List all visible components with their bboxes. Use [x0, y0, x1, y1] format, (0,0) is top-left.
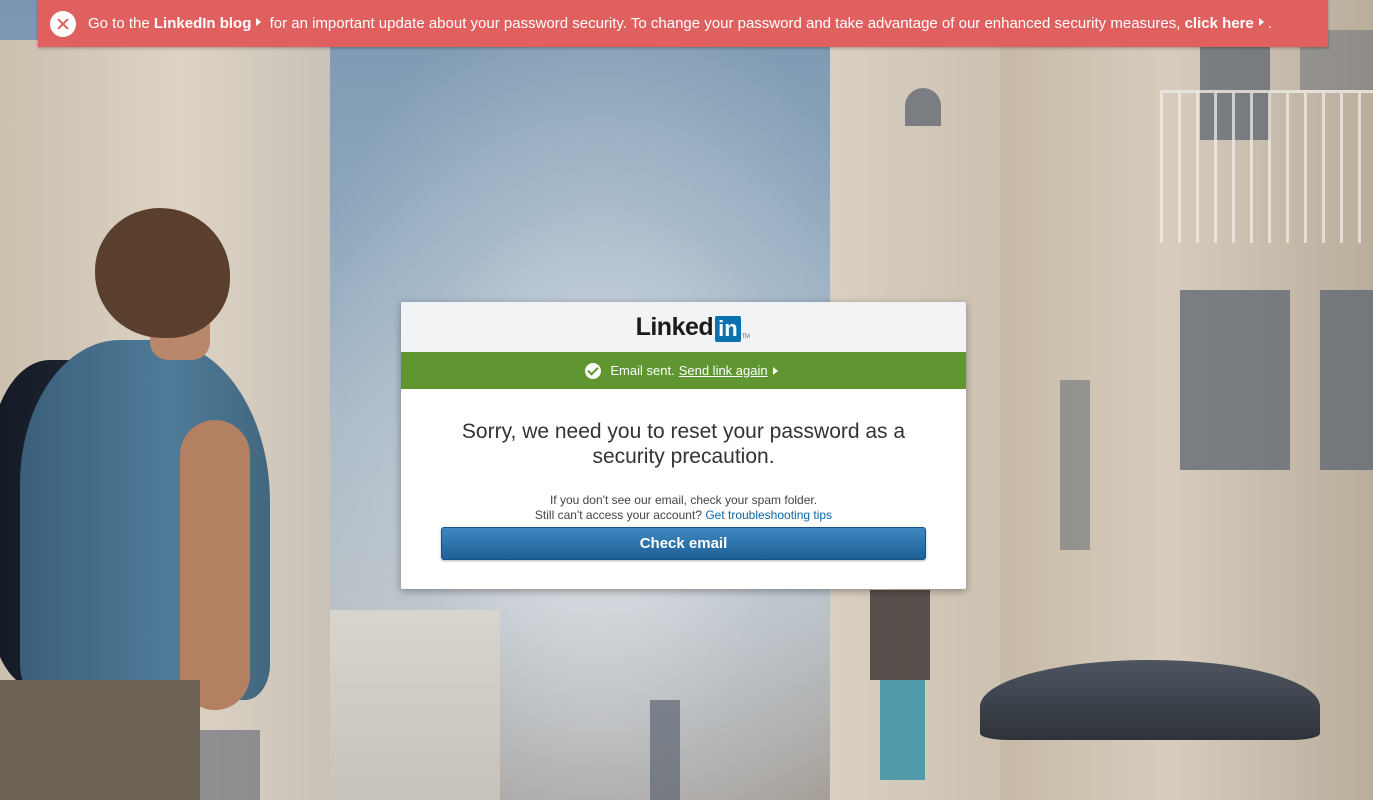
check-circle-icon — [585, 362, 602, 379]
help-note: If you don't see our email, check your s… — [401, 493, 966, 523]
spam-folder-note: If you don't see our email, check your s… — [549, 493, 818, 507]
linkedin-blog-link[interactable]: LinkedIn blog — [154, 15, 266, 32]
background-balcony — [1160, 90, 1373, 243]
logo-in-box: in — [715, 315, 741, 342]
linkedin-logo: Linked in TM — [636, 313, 750, 342]
alert-message: for an important update about your passw… — [269, 15, 1181, 32]
reset-headline: Sorry, we need you to reset your passwor… — [461, 420, 906, 468]
background-person-pants — [0, 680, 200, 800]
close-icon[interactable] — [50, 10, 76, 37]
caret-right-icon — [1258, 18, 1264, 26]
background-salon-sign — [870, 590, 930, 680]
click-here-link-label: click here — [1184, 15, 1254, 32]
reset-password-card: Linked in TM Email sent. Send link again S… — [401, 302, 966, 589]
background-window — [200, 730, 260, 800]
troubleshooting-tips-link[interactable]: Get troubleshooting tips — [705, 508, 832, 522]
alert-prefix: Go to the — [88, 15, 150, 32]
email-sent-bar: Email sent. Send link again — [401, 352, 966, 389]
page: Go to the LinkedIn blog for an important… — [0, 0, 1373, 800]
email-sent-text: Email sent. — [610, 363, 675, 378]
linkedin-blog-link-label: LinkedIn blog — [153, 15, 252, 32]
background-window — [1060, 380, 1090, 550]
logo-trademark: TM — [741, 333, 750, 340]
send-link-again-link[interactable]: Send link again — [679, 363, 768, 378]
access-note: Still can't access your account? Get tro… — [401, 508, 966, 523]
background-window — [905, 88, 941, 126]
access-note-text: Still can't access your account? — [534, 508, 702, 522]
card-body: Sorry, we need you to reset your passwor… — [401, 389, 966, 560]
caret-right-icon — [772, 366, 778, 375]
caret-right-icon — [256, 18, 262, 26]
click-here-link[interactable]: click here — [1185, 15, 1268, 32]
card-header: Linked in TM — [401, 302, 966, 352]
alert-suffix: . — [1267, 15, 1272, 32]
security-alert-banner: Go to the LinkedIn blog for an important… — [38, 0, 1328, 47]
background-window — [1320, 290, 1373, 470]
background-building-left-lower — [330, 610, 500, 800]
background-person-arm — [180, 420, 250, 710]
background-window — [1180, 290, 1290, 470]
logo-wordmark: Linked — [635, 312, 714, 341]
check-email-button[interactable]: Check email — [441, 527, 926, 560]
background-traffic-light — [650, 700, 680, 800]
background-person-head — [95, 208, 230, 338]
background-theater-sign — [880, 680, 925, 780]
